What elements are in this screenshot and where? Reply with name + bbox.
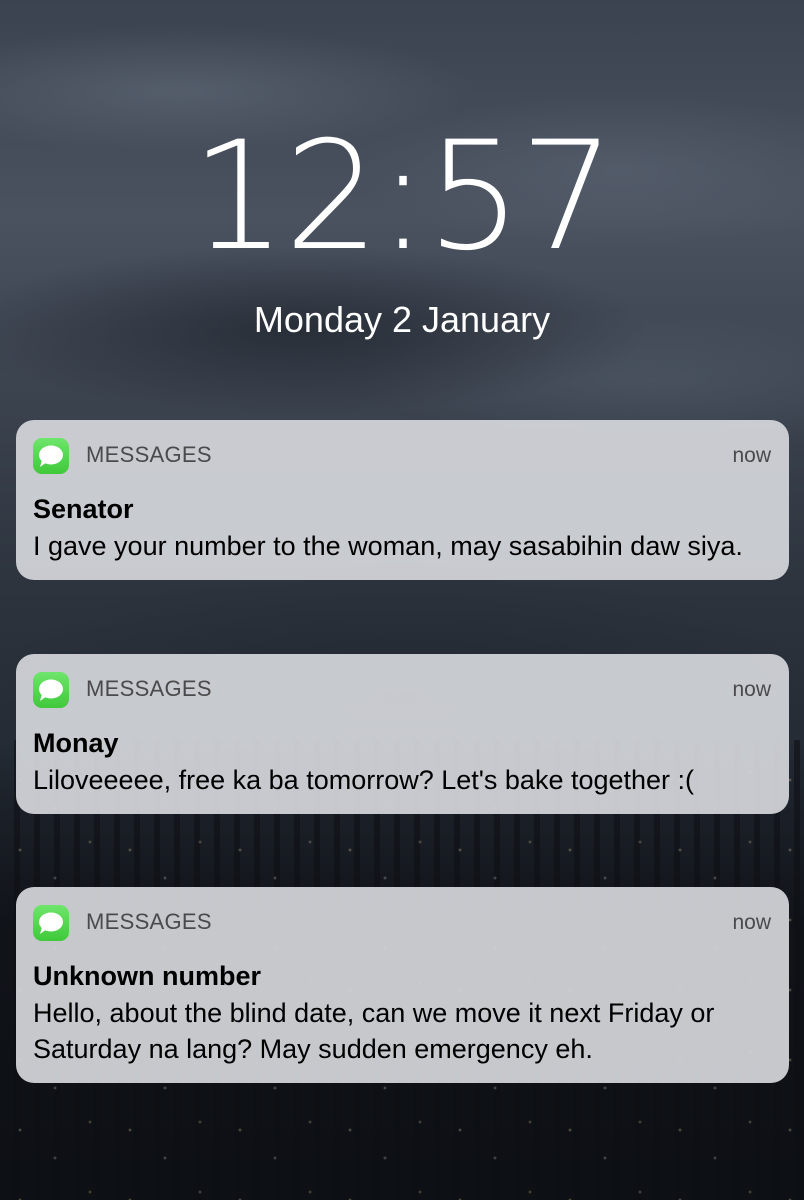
- notification-time: now: [732, 678, 771, 701]
- notification-header: MESSAGES now: [33, 887, 771, 953]
- notification-card[interactable]: MESSAGES now Senator I gave your number …: [16, 420, 789, 580]
- lockscreen-clock: 12:57: [190, 110, 615, 284]
- notification-time: now: [732, 911, 771, 934]
- notification-app-name: MESSAGES: [86, 676, 212, 701]
- notification-app-name: MESSAGES: [86, 442, 212, 467]
- notification-message: Hello, about the blind date, can we move…: [33, 998, 715, 1064]
- notification-message: I gave your number to the woman, may sas…: [33, 531, 743, 561]
- notification-time: now: [732, 444, 771, 467]
- notification-card[interactable]: MESSAGES now Monay Liloveeeee, free ka b…: [16, 654, 789, 814]
- notification-sender: Senator: [33, 494, 134, 524]
- notification-header: MESSAGES now: [33, 420, 771, 486]
- notification-card[interactable]: MESSAGES now Unknown number Hello, about…: [16, 887, 789, 1083]
- notification-message: Liloveeeee, free ka ba tomorrow? Let's b…: [33, 765, 695, 795]
- messages-app-icon: [33, 905, 69, 941]
- notification-app-name: MESSAGES: [86, 909, 212, 934]
- notification-sender: Unknown number: [33, 961, 261, 991]
- notification-sender: Monay: [33, 728, 119, 758]
- lockscreen-date: Monday 2 January: [253, 299, 551, 340]
- notification-header: MESSAGES now: [33, 654, 771, 720]
- messages-app-icon: [33, 672, 69, 708]
- messages-app-icon: [33, 438, 69, 474]
